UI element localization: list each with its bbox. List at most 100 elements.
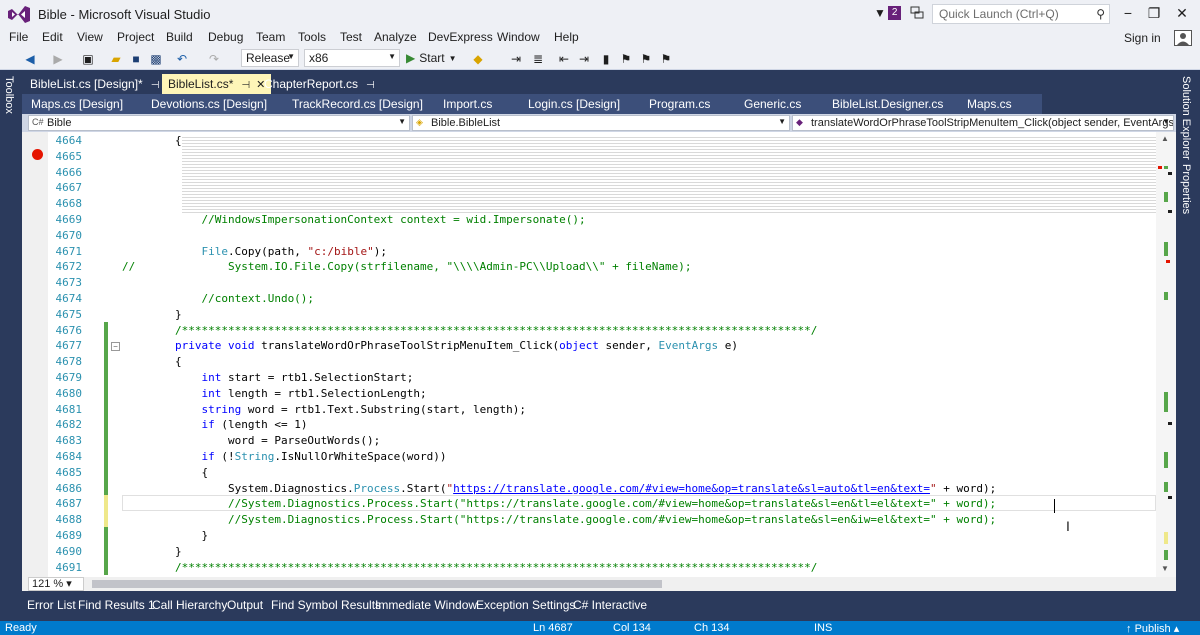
tab-error-list[interactable]: Error List (27, 598, 76, 612)
tab-immediate-window[interactable]: Immediate Window (375, 598, 477, 612)
menu-debug[interactable]: Debug (208, 30, 243, 44)
tab-maps[interactable]: Maps.cs (967, 97, 1012, 111)
tab-maps-design[interactable]: Maps.cs [Design] (31, 97, 123, 111)
tab-output[interactable]: Output (227, 598, 263, 612)
project-dropdown[interactable]: C# Bible ▼ (28, 115, 410, 131)
collapse-icon[interactable]: − (111, 342, 120, 351)
type-dropdown[interactable]: ◈ Bible.BibleList ▼ (412, 115, 790, 131)
redo-icon[interactable]: ↷ (206, 51, 222, 67)
toolbox-tab[interactable]: Toolbox (3, 76, 15, 114)
menu-help[interactable]: Help (554, 30, 579, 44)
code-line[interactable]: word = ParseOutWords(); (122, 434, 380, 447)
code-line[interactable]: int length = rtb1.SelectionLength; (122, 387, 426, 400)
tab-chapterreport[interactable]: ChapterReport.cs ⊣ (258, 74, 381, 94)
tab-find-symbol-results[interactable]: Find Symbol Results (271, 598, 381, 612)
code-editor[interactable]: 4664 {4665 4666 4667 4668 4669 //WindowsImpe… (22, 132, 1156, 577)
minimize-button[interactable]: − (1118, 5, 1138, 21)
tab-call-hierarchy[interactable]: Call Hierarchy (152, 598, 227, 612)
format-icon[interactable]: ≣ (530, 51, 546, 67)
tab-biblelist-designer[interactable]: BibleList.Designer.cs (832, 97, 943, 111)
code-line[interactable]: //WindowsImpersonationContext context = … (122, 213, 585, 226)
feedback-icon[interactable] (910, 6, 924, 20)
start-button[interactable]: ▶ Start ▼ (406, 51, 457, 65)
menu-test[interactable]: Test (340, 30, 362, 44)
code-line[interactable]: { (122, 466, 208, 479)
back-icon[interactable]: ◀ (22, 51, 38, 67)
tab-find-results-1[interactable]: Find Results 1 (78, 598, 155, 612)
tab-login-design[interactable]: Login.cs [Design] (528, 97, 620, 111)
menu-tools[interactable]: Tools (298, 30, 326, 44)
code-line[interactable]: System.Diagnostics.Process.Start("https:… (122, 482, 996, 495)
tab-generic[interactable]: Generic.cs (744, 97, 801, 111)
account-icon[interactable] (1174, 30, 1192, 46)
find-icon[interactable]: ◆ (470, 51, 486, 67)
code-line[interactable]: } (122, 308, 182, 321)
tab-exception-settings[interactable]: Exception Settings (476, 598, 575, 612)
tab-trackrecord-design[interactable]: TrackRecord.cs [Design] (292, 97, 423, 111)
code-line[interactable]: if (!String.IsNullOrWhiteSpace(word)) (122, 450, 446, 463)
code-line[interactable]: //System.Diagnostics.Process.Start("http… (122, 513, 996, 526)
close-button[interactable]: ✕ (1172, 5, 1192, 22)
code-line[interactable]: { (122, 134, 182, 147)
code-line[interactable]: if (length <= 1) (122, 418, 307, 431)
indent-icon[interactable]: ⇤ (556, 51, 572, 67)
properties-tab[interactable]: Properties (1180, 164, 1192, 214)
menu-edit[interactable]: Edit (42, 30, 63, 44)
code-line[interactable]: int start = rtb1.SelectionStart; (122, 371, 413, 384)
code-line[interactable]: File.Copy(path, "c:/bible"); (122, 245, 386, 258)
menu-view[interactable]: View (77, 30, 103, 44)
publish-button[interactable]: ↑ Publish ▴ (1126, 622, 1179, 635)
sign-in-link[interactable]: Sign in (1124, 31, 1161, 45)
save-all-icon[interactable]: ▩ (148, 51, 164, 67)
platform-select[interactable]: x86 ▼ (304, 49, 400, 67)
outdent-icon[interactable]: ⇥ (576, 51, 592, 67)
tab-biblelist-cs[interactable]: BibleList.cs* ⊣ ✕ (162, 74, 272, 94)
tab-devotions-design[interactable]: Devotions.cs [Design] (151, 97, 267, 111)
code-line[interactable]: string word = rtb1.Text.Substring(start,… (122, 403, 526, 416)
solution-explorer-tab[interactable]: Solution Explorer (1180, 76, 1192, 160)
code-line[interactable]: /***************************************… (122, 324, 817, 337)
tab-import[interactable]: Import.cs (443, 97, 492, 111)
configuration-select[interactable]: Release ▼ (241, 49, 299, 67)
breakpoint-icon[interactable] (32, 149, 43, 160)
code-line[interactable]: { (122, 355, 182, 368)
menu-window[interactable]: Window (497, 30, 540, 44)
prev-bookmark-icon[interactable]: ⚑ (618, 51, 634, 67)
code-line[interactable]: //System.Diagnostics.Process.Start("http… (122, 497, 996, 510)
code-line[interactable]: private void translateWordOrPhraseToolSt… (122, 339, 738, 352)
breakpoint-margin[interactable] (22, 132, 48, 577)
menu-build[interactable]: Build (166, 30, 193, 44)
open-file-icon[interactable]: ▰ (108, 51, 124, 67)
horizontal-scrollbar[interactable]: 121 % ▾ (22, 577, 1176, 591)
code-line[interactable]: // System.IO.File.Copy(strfilename, "\\\… (122, 260, 692, 273)
menu-project[interactable]: Project (117, 30, 154, 44)
menu-file[interactable]: File (9, 30, 28, 44)
menu-analyze[interactable]: Analyze (374, 30, 417, 44)
tab-program[interactable]: Program.cs (649, 97, 710, 111)
pin-icon[interactable]: ⊣ (366, 80, 375, 91)
maximize-button[interactable]: ❐ (1144, 5, 1164, 22)
clear-bookmarks-icon[interactable]: ⚑ (658, 51, 674, 67)
pin-icon[interactable]: ⊣ (241, 80, 250, 91)
scroll-up-icon[interactable]: ▲ (1161, 134, 1169, 143)
menu-devexpress[interactable]: DevExpress (428, 30, 493, 44)
vertical-scrollbar[interactable]: ▲ ▼ (1156, 132, 1176, 577)
next-bookmark-icon[interactable]: ⚑ (638, 51, 654, 67)
code-line[interactable]: } (122, 529, 208, 542)
code-line[interactable]: //context.Undo(); (122, 292, 314, 305)
code-line[interactable]: } (122, 545, 182, 558)
menu-team[interactable]: Team (256, 30, 285, 44)
tab-csharp-interactive[interactable]: C# Interactive (573, 598, 647, 612)
save-icon[interactable]: ■ (128, 51, 144, 67)
horizontal-scroll-thumb[interactable] (92, 580, 662, 588)
scroll-down-icon[interactable]: ▼ (1161, 564, 1169, 573)
zoom-select[interactable]: 121 % ▾ (28, 577, 84, 591)
bookmark-icon[interactable]: ▮ (598, 51, 614, 67)
pin-icon[interactable]: ⊣ (151, 80, 160, 91)
step-icon[interactable]: ⇥ (508, 51, 524, 67)
notifications-button[interactable]: ▼ 2 (874, 6, 902, 20)
tab-biblelist-design[interactable]: BibleList.cs [Design]* ⊣ (24, 74, 165, 94)
member-dropdown[interactable]: ◆ translateWordOrPhraseToolStripMenuItem… (792, 115, 1174, 131)
undo-icon[interactable]: ↶ (174, 51, 190, 67)
new-project-icon[interactable]: ▣ (80, 51, 96, 67)
